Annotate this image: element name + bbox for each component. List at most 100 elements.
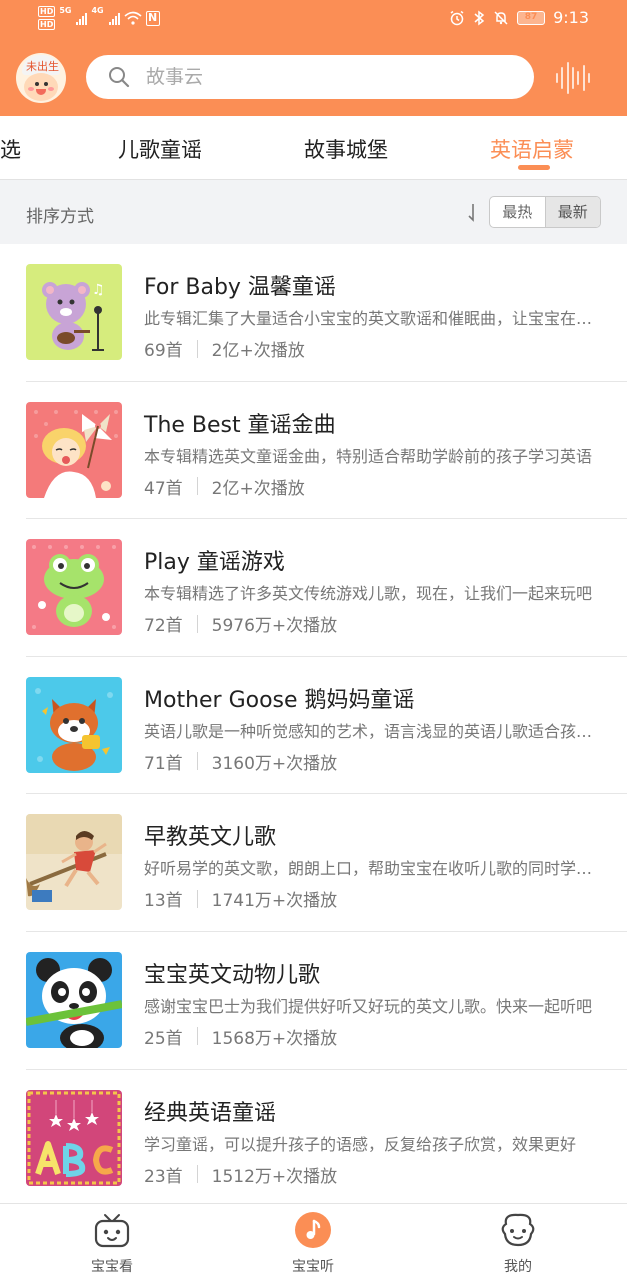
album-list-item[interactable]: Mother Goose 鹅妈妈童谣 英语儿歌是一种听觉感知的艺术，语言浅显的英… <box>0 657 627 795</box>
meta-divider <box>196 1165 198 1184</box>
nfc-icon: N <box>145 10 160 26</box>
album-description: 英语儿歌是一种听觉感知的艺术，语言浅显的英语儿歌适合孩子学习 <box>144 721 600 741</box>
hd-badges: HD HD <box>38 6 56 30</box>
avatar-eye <box>35 82 39 86</box>
track-count: 13首 <box>144 891 183 912</box>
album-description: 本专辑精选英文童谣金曲，特别适合帮助学龄前的孩子学习英语 <box>144 446 593 466</box>
album-cover-image <box>26 951 122 1048</box>
album-meta: 69首 2亿+次播放 <box>144 336 305 361</box>
album-title: For Baby 温馨童谣 <box>144 275 336 300</box>
album-title: 宝宝英文动物儿歌 <box>144 962 321 988</box>
avatar-eye <box>44 82 48 86</box>
meta-divider <box>196 752 198 771</box>
album-cover-image <box>26 1089 122 1186</box>
nav-baby-listen[interactable]: 宝宝听 <box>253 1204 373 1280</box>
hd-badge-1: HD <box>38 6 56 17</box>
track-count: 23首 <box>144 1166 183 1187</box>
tab-featured[interactable]: 选 <box>0 134 21 164</box>
voice-search-icon[interactable] <box>556 60 590 96</box>
bottom-nav: 宝宝看 宝宝听 我的 <box>0 1203 627 1280</box>
category-tabs: 选 儿歌童谣 故事城堡 英语启蒙 <box>0 116 627 180</box>
play-count: 2亿+次播放 <box>211 478 305 499</box>
app-root: HD HD 5G 4G N 87 9:13 未出生 故事云 选 儿歌童谣 故事城… <box>0 0 627 1280</box>
nav-mine[interactable]: 我的 <box>458 1204 578 1280</box>
status-right: 87 9:13 <box>449 8 589 27</box>
album-list-item[interactable]: 宝宝英文动物儿歌 感谢宝宝巴士为我们提供好听又好玩的英文儿歌。快来一起听吧 25… <box>0 932 627 1070</box>
nav-label: 宝宝看 <box>91 1259 133 1275</box>
album-meta: 72首 5976万+次播放 <box>144 611 337 636</box>
avatar-cheek <box>48 87 54 91</box>
tab-english-enlightenment[interactable]: 英语启蒙 <box>490 134 574 164</box>
meta-divider <box>196 889 198 908</box>
album-meta: 23首 1512万+次播放 <box>144 1162 337 1187</box>
svg-text:♫: ♫ <box>92 282 105 298</box>
album-meta: 47首 2亿+次播放 <box>144 474 305 499</box>
album-description: 好听易学的英文歌，朗朗上口，帮助宝宝在收听儿歌的同时学习英语 <box>144 859 600 879</box>
track-count: 69首 <box>144 341 183 361</box>
tv-icon <box>94 1214 130 1248</box>
album-meta: 71首 3160万+次播放 <box>144 749 337 774</box>
album-meta: 13首 1741万+次播放 <box>144 886 337 911</box>
tab-story-castle[interactable]: 故事城堡 <box>304 134 388 164</box>
album-list-item[interactable]: 经典英语童谣 学习童谣，可以提升孩子的语感，反复给孩子欣赏，效果更好 23首 1… <box>0 1070 627 1208</box>
meta-divider <box>196 1027 198 1046</box>
album-title: 经典英语童谣 <box>144 1100 277 1126</box>
meta-divider <box>196 339 198 358</box>
play-count: 3160万+次播放 <box>211 753 338 774</box>
network-4g-label: 4G <box>91 6 104 15</box>
play-count: 1512万+次播放 <box>211 1166 338 1187</box>
tab-active-indicator <box>518 165 550 170</box>
sort-hot-button[interactable]: 最热 <box>490 197 545 227</box>
battery-icon: 87 <box>517 10 546 25</box>
album-cover-image: ♫ <box>26 264 122 360</box>
album-list: ♫ For Baby 温馨童谣 此专辑汇集了大量适合小宝宝的英文歌谣和催眠曲，让… <box>0 244 627 1207</box>
search-icon <box>109 67 130 88</box>
signal-bars-icon <box>76 11 88 25</box>
search-input[interactable] <box>146 66 486 88</box>
mute-bell-icon <box>494 10 508 25</box>
wifi-icon <box>124 11 142 25</box>
album-list-item[interactable]: The Best 童谣金曲 本专辑精选英文童谣金曲，特别适合帮助学龄前的孩子学习… <box>0 382 627 520</box>
nav-label: 宝宝听 <box>292 1259 334 1275</box>
album-cover-image <box>26 539 122 636</box>
tab-nursery-rhymes[interactable]: 儿歌童谣 <box>118 134 202 164</box>
header: HD HD 5G 4G N 87 9:13 未出生 <box>0 0 627 116</box>
track-count: 72首 <box>144 616 183 637</box>
track-count: 47首 <box>144 478 183 499</box>
avatar-tag: 未出生 <box>26 60 59 73</box>
sort-order-icon[interactable] <box>465 202 479 224</box>
album-list-item[interactable]: ♫ For Baby 温馨童谣 此专辑汇集了大量适合小宝宝的英文歌谣和催眠曲，让… <box>0 244 627 382</box>
album-title: Mother Goose 鹅妈妈童谣 <box>144 687 415 713</box>
track-count: 25首 <box>144 1028 183 1049</box>
status-bar: HD HD 5G 4G N 87 9:13 <box>0 0 627 40</box>
album-title: The Best 童谣金曲 <box>144 412 336 438</box>
album-description: 学习童谣，可以提升孩子的语感，反复给孩子欣赏，效果更好 <box>144 1134 577 1154</box>
album-title: 早教英文儿歌 <box>144 825 277 851</box>
album-description: 此专辑汇集了大量适合小宝宝的英文歌谣和催眠曲，让宝宝在轻柔的音乐中入睡 <box>144 309 600 328</box>
album-description: 感谢宝宝巴士为我们提供好听又好玩的英文儿歌。快来一起听吧 <box>144 996 593 1016</box>
nav-baby-watch[interactable]: 宝宝看 <box>52 1204 172 1280</box>
signal-bars-icon <box>108 11 120 25</box>
alarm-icon <box>450 10 464 25</box>
album-list-item[interactable]: Play 童谣游戏 本专辑精选了许多英文传统游戏儿歌，现在，让我们一起来玩吧 7… <box>0 519 627 657</box>
album-cover-image <box>26 401 122 498</box>
hd-badge-2: HD <box>38 19 56 30</box>
search-bar[interactable] <box>86 55 534 99</box>
meta-divider <box>196 477 198 496</box>
sort-label: 排序方式 <box>26 207 94 227</box>
meta-divider <box>196 614 198 633</box>
avatar-cheek <box>28 87 34 91</box>
clock: 9:13 <box>553 8 589 27</box>
status-left: HD HD 5G 4G N <box>38 6 160 30</box>
play-count: 1568万+次播放 <box>211 1028 338 1049</box>
album-cover-image <box>26 814 122 911</box>
baby-avatar[interactable]: 未出生 <box>16 53 66 103</box>
play-count: 1741万+次播放 <box>211 891 338 912</box>
sort-new-button[interactable]: 最新 <box>544 197 600 227</box>
album-description: 本专辑精选了许多英文传统游戏儿歌，现在，让我们一起来玩吧 <box>144 584 593 604</box>
smiley-icon <box>501 1213 535 1247</box>
network-5g-label: 5G <box>59 6 72 15</box>
album-meta: 25首 1568万+次播放 <box>144 1024 337 1049</box>
album-list-item[interactable]: 早教英文儿歌 好听易学的英文歌，朗朗上口，帮助宝宝在收听儿歌的同时学习英语 13… <box>0 794 627 932</box>
music-note-icon <box>295 1212 331 1248</box>
